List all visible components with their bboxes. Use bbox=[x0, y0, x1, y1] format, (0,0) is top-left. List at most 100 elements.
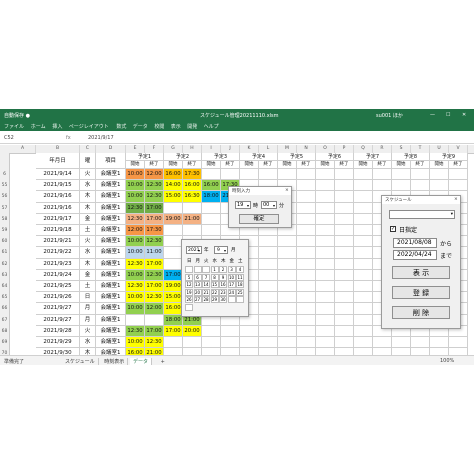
empty-cell[interactable] bbox=[373, 169, 392, 181]
weekday-cell[interactable]: 火 bbox=[80, 169, 96, 181]
date-cell[interactable]: 2021/9/27 bbox=[36, 314, 80, 326]
empty-cell[interactable] bbox=[297, 281, 316, 293]
to-date-input[interactable]: 2022/04/24 bbox=[393, 250, 437, 260]
empty-cell[interactable] bbox=[449, 337, 468, 349]
empty-cell[interactable] bbox=[183, 202, 202, 214]
date-cell[interactable]: 2021/9/28 bbox=[36, 325, 80, 337]
weekday-cell[interactable]: 水 bbox=[80, 337, 96, 349]
schedule-dialog-close-icon[interactable]: × bbox=[454, 197, 458, 202]
formula-input[interactable]: 2021/9/17 bbox=[88, 135, 114, 141]
empty-cell[interactable] bbox=[430, 180, 449, 192]
start-time-cell[interactable]: 10:00 bbox=[126, 292, 145, 304]
empty-cell[interactable] bbox=[354, 337, 373, 349]
empty-cell[interactable] bbox=[316, 180, 335, 192]
empty-cell[interactable] bbox=[164, 225, 183, 237]
empty-cell[interactable] bbox=[354, 180, 373, 192]
date-cell[interactable]: 2021/9/25 bbox=[36, 281, 80, 293]
start-time-cell[interactable]: 10:00 bbox=[126, 269, 145, 281]
calendar-day[interactable] bbox=[227, 296, 236, 304]
show-button[interactable]: 表 示 bbox=[392, 266, 450, 279]
calendar-day[interactable]: 2 bbox=[219, 266, 227, 274]
date-cell[interactable]: 2021/9/29 bbox=[36, 337, 80, 349]
empty-cell[interactable] bbox=[278, 314, 297, 326]
row-header[interactable]: 56 bbox=[0, 191, 10, 203]
header-start[interactable]: 開始 bbox=[164, 161, 183, 169]
weekday-cell[interactable]: 火 bbox=[80, 325, 96, 337]
start-time-cell[interactable]: 10:00 bbox=[126, 247, 145, 259]
empty-cell[interactable] bbox=[335, 225, 354, 237]
header-group[interactable]: 予定4 bbox=[240, 153, 278, 161]
header-end[interactable]: 終了 bbox=[297, 161, 316, 169]
time-dialog-close-icon[interactable]: × bbox=[285, 188, 289, 193]
empty-cell[interactable] bbox=[354, 303, 373, 315]
date-cell[interactable]: 2021/9/14 bbox=[36, 169, 80, 181]
empty-cell[interactable] bbox=[335, 337, 354, 349]
empty-cell[interactable] bbox=[335, 202, 354, 214]
sheet-tab[interactable]: 時刻表示 bbox=[101, 358, 129, 365]
empty-cell[interactable] bbox=[430, 337, 449, 349]
month-select[interactable]: 9 ▾ bbox=[214, 246, 228, 254]
empty-cell[interactable] bbox=[297, 258, 316, 270]
calendar-day[interactable]: 20 bbox=[193, 288, 202, 296]
empty-cell[interactable] bbox=[297, 202, 316, 214]
start-time-cell[interactable]: 10:00 bbox=[126, 303, 145, 315]
column-header[interactable]: U bbox=[430, 145, 449, 153]
empty-cell[interactable] bbox=[240, 325, 259, 337]
calendar-day[interactable]: 5 bbox=[185, 273, 193, 281]
header-end[interactable]: 終了 bbox=[183, 161, 202, 169]
row-header[interactable]: 67 bbox=[0, 314, 10, 326]
column-header[interactable]: V bbox=[449, 145, 468, 153]
item-cell[interactable]: 会議室1 bbox=[96, 258, 126, 270]
user-name[interactable]: su001 ほか bbox=[376, 112, 403, 119]
empty-cell[interactable] bbox=[278, 169, 297, 181]
empty-cell[interactable] bbox=[259, 314, 278, 326]
calendar-day[interactable]: 28 bbox=[202, 296, 210, 304]
calendar-day[interactable]: 10 bbox=[227, 273, 236, 281]
empty-cell[interactable] bbox=[259, 269, 278, 281]
empty-cell[interactable] bbox=[278, 281, 297, 293]
empty-cell[interactable] bbox=[392, 169, 411, 181]
weekday-cell[interactable]: 木 bbox=[80, 258, 96, 270]
end-time-cell[interactable]: 12:30 bbox=[145, 269, 164, 281]
row-header[interactable]: 60 bbox=[0, 236, 10, 248]
empty-cell[interactable] bbox=[278, 337, 297, 349]
date-cell[interactable]: 2021/9/16 bbox=[36, 202, 80, 214]
start-time-cell[interactable]: 10:00 bbox=[126, 169, 145, 181]
empty-cell[interactable] bbox=[335, 213, 354, 225]
start-time-cell[interactable]: 12:30 bbox=[126, 281, 145, 293]
date-cell[interactable]: 2021/9/16 bbox=[36, 191, 80, 203]
empty-cell[interactable] bbox=[354, 292, 373, 304]
column-header[interactable]: D bbox=[96, 145, 126, 153]
column-header[interactable]: I bbox=[202, 145, 221, 153]
header-end[interactable]: 終了 bbox=[221, 161, 240, 169]
empty-cell[interactable] bbox=[411, 337, 430, 349]
header-weekday[interactable]: 曜 bbox=[80, 153, 96, 169]
header-group[interactable]: 予定7 bbox=[354, 153, 392, 161]
column-header[interactable]: N bbox=[297, 145, 316, 153]
empty-cell[interactable] bbox=[259, 303, 278, 315]
empty-cell[interactable] bbox=[354, 325, 373, 337]
start-time-cell[interactable]: 12:00 bbox=[126, 225, 145, 237]
item-cell[interactable]: 会議室1 bbox=[96, 213, 126, 225]
date-filter-checkbox[interactable]: ✓ bbox=[390, 226, 396, 232]
zoom-level[interactable]: 100% bbox=[440, 358, 454, 364]
year-select[interactable]: 2021 ▾ bbox=[186, 246, 202, 254]
empty-cell[interactable] bbox=[449, 180, 468, 192]
start-time-cell[interactable]: 16:00 bbox=[202, 180, 221, 192]
start-time-cell[interactable]: 12:30 bbox=[126, 325, 145, 337]
empty-cell[interactable] bbox=[354, 225, 373, 237]
empty-cell[interactable] bbox=[202, 169, 221, 181]
item-cell[interactable]: 会議室1 bbox=[96, 191, 126, 203]
column-header[interactable]: H bbox=[183, 145, 202, 153]
row-header[interactable]: 6 bbox=[0, 169, 10, 181]
empty-cell[interactable] bbox=[373, 180, 392, 192]
header-group[interactable]: 予定1 bbox=[126, 153, 164, 161]
empty-cell[interactable] bbox=[278, 236, 297, 248]
close-button[interactable]: ✕ bbox=[462, 112, 466, 118]
ribbon-tab[interactable]: ホーム bbox=[31, 123, 46, 130]
weekday-cell[interactable]: 木 bbox=[80, 191, 96, 203]
calendar-day[interactable]: 24 bbox=[227, 288, 236, 296]
column-header[interactable]: M bbox=[278, 145, 297, 153]
empty-cell[interactable] bbox=[392, 337, 411, 349]
calendar-day[interactable]: 25 bbox=[236, 288, 244, 296]
